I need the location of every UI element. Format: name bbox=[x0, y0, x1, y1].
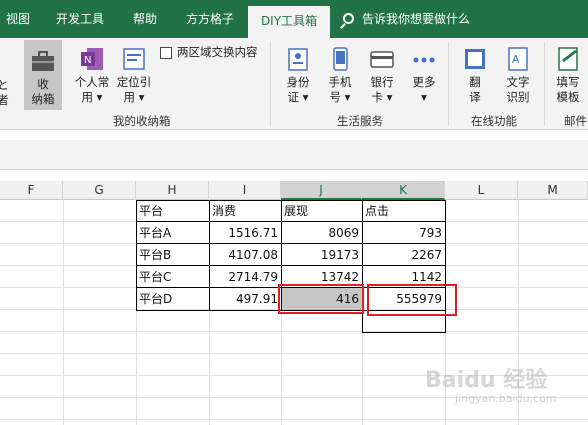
table-header-cell[interactable]: 点击 bbox=[362, 200, 445, 222]
group-label-online: 在线功能 bbox=[471, 114, 517, 128]
column-header-l[interactable]: L bbox=[445, 181, 518, 200]
table-cell[interactable]: 平台C bbox=[136, 266, 209, 288]
svg-text:A: A bbox=[512, 53, 520, 66]
table-cell[interactable]: 4107.08 bbox=[209, 244, 281, 266]
group-divider bbox=[544, 42, 545, 126]
locate-reference-button[interactable]: 定位引用 ▾ bbox=[114, 46, 154, 105]
group-label-life-services: 生活服务 bbox=[337, 114, 383, 128]
group-label-my-box: 我的收纳箱 bbox=[113, 114, 171, 128]
table-cell[interactable]: 497.91 bbox=[209, 288, 281, 310]
gridline bbox=[0, 353, 588, 354]
template-icon bbox=[555, 46, 581, 72]
watermark-logo: Baidu 经验 bbox=[425, 368, 548, 393]
bank-card-icon bbox=[369, 46, 395, 72]
gridline bbox=[63, 200, 64, 425]
tab-view[interactable]: 视图 bbox=[0, 0, 36, 38]
table-header-cell[interactable]: 展现 bbox=[281, 200, 362, 222]
tab-developer[interactable]: 开发工具 bbox=[48, 0, 112, 38]
table-border bbox=[362, 332, 446, 333]
column-header-j[interactable]: J bbox=[281, 181, 362, 200]
more-dots-icon bbox=[411, 46, 437, 72]
table-border bbox=[136, 221, 446, 222]
table-cell[interactable]: 平台A bbox=[136, 222, 209, 244]
ocr-button[interactable]: A 文字 识别 bbox=[500, 46, 536, 105]
column-header-h[interactable]: H bbox=[136, 181, 209, 200]
table-border bbox=[136, 265, 446, 266]
ribbon-tab-bar: 视图 开发工具 帮助 方方格子 DIY工具箱 告诉我你想要做什么 bbox=[0, 0, 588, 38]
tab-fangfang[interactable]: 方方格子 bbox=[178, 0, 242, 38]
gridline bbox=[0, 331, 588, 332]
toolbox-icon bbox=[30, 48, 56, 74]
tab-diy-toolbox[interactable]: DIY工具箱 bbox=[248, 6, 330, 38]
tab-help[interactable]: 帮助 bbox=[124, 0, 166, 38]
phone-icon bbox=[327, 46, 353, 72]
group-label-mail: 邮件 bbox=[564, 114, 587, 128]
bank-card-button[interactable]: 银行卡 ▾ bbox=[364, 46, 400, 105]
table-cell[interactable]: 2714.79 bbox=[209, 266, 281, 288]
table-cell[interactable]: 平台B bbox=[136, 244, 209, 266]
translate-icon bbox=[462, 46, 488, 72]
table-cell[interactable]: 1516.71 bbox=[209, 222, 281, 244]
personal-common-button[interactable]: N 个人常用 ▾ bbox=[72, 46, 112, 105]
search-icon[interactable] bbox=[343, 13, 354, 24]
onenote-icon: N bbox=[79, 46, 105, 72]
id-card-icon bbox=[285, 46, 311, 72]
table-border bbox=[209, 200, 210, 311]
partial-button-left[interactable]: と者 bbox=[0, 78, 10, 108]
svg-text:N: N bbox=[84, 55, 91, 66]
table-cell[interactable]: 793 bbox=[362, 222, 445, 244]
table-border bbox=[136, 243, 446, 244]
column-header-i[interactable]: I bbox=[209, 181, 281, 200]
table-cell[interactable]: 平台D bbox=[136, 288, 209, 310]
column-header-g[interactable]: G bbox=[63, 181, 136, 200]
group-divider bbox=[270, 42, 271, 126]
highlight-box-j bbox=[278, 284, 364, 314]
more-button[interactable]: 更多 ▾ bbox=[406, 46, 442, 105]
column-header-k[interactable]: K bbox=[362, 181, 445, 200]
table-header-cell[interactable]: 平台 bbox=[136, 200, 209, 222]
highlight-box-k bbox=[367, 284, 457, 316]
gridline bbox=[0, 419, 588, 420]
locate-icon bbox=[121, 46, 147, 72]
my-box-button[interactable]: 收纳箱 bbox=[24, 48, 62, 107]
translate-button[interactable]: 翻译 bbox=[458, 46, 492, 105]
id-card-button[interactable]: 身份证 ▾ bbox=[280, 46, 316, 105]
table-cell[interactable]: 2267 bbox=[362, 244, 445, 266]
text-recognition-icon: A bbox=[505, 46, 531, 72]
fill-template-button[interactable]: 填写 模板 bbox=[550, 46, 586, 105]
swap-regions-label: 两区域交换内容 bbox=[177, 45, 258, 59]
watermark-url: jingyan.baidu.com bbox=[455, 392, 557, 405]
column-header-f[interactable]: F bbox=[0, 181, 63, 200]
table-cell[interactable]: 8069 bbox=[281, 222, 362, 244]
column-header-row: F G H I J K L M bbox=[0, 181, 588, 200]
table-cell[interactable]: 19173 bbox=[281, 244, 362, 266]
group-divider bbox=[448, 42, 449, 126]
tell-me-input[interactable]: 告诉我你想要做什么 bbox=[362, 0, 482, 38]
formula-bar[interactable] bbox=[0, 140, 588, 170]
table-header-cell[interactable]: 消费 bbox=[209, 200, 281, 222]
phone-number-button[interactable]: 手机号 ▾ bbox=[322, 46, 358, 105]
ribbon: と者 收纳箱 N 个人常用 ▾ 定位引用 ▾ 两区域交换内容 我的收纳箱 身份证… bbox=[0, 38, 588, 130]
swap-regions-checkbox[interactable] bbox=[160, 47, 172, 59]
column-header-m[interactable]: M bbox=[518, 181, 588, 200]
